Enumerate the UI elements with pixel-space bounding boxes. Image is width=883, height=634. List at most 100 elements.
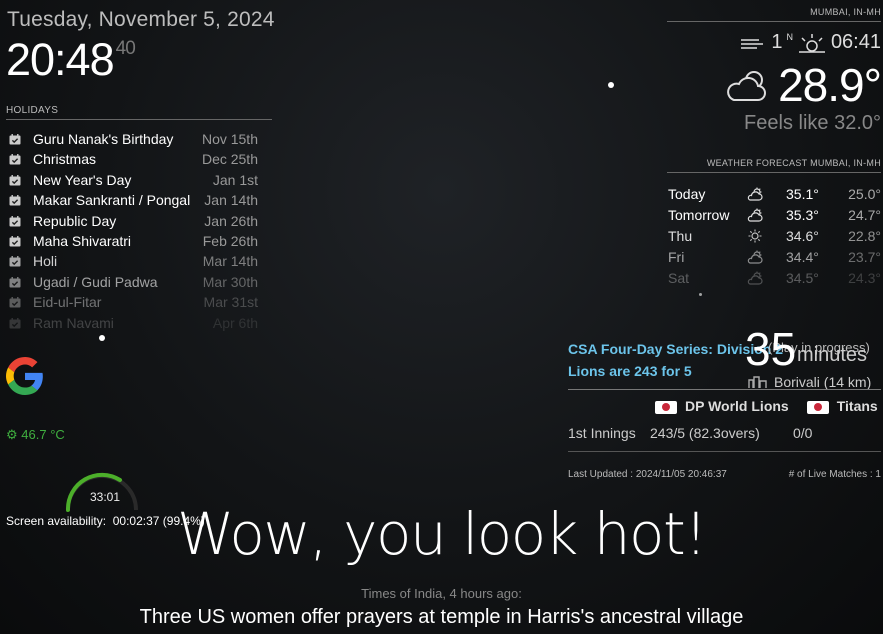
holiday-row: Holi Mar 14th [6, 251, 258, 271]
holiday-row: Republic Day Jan 26th [6, 211, 258, 231]
forecast-high: 35.1° [786, 186, 819, 202]
forecast-day: Today [668, 186, 706, 202]
background-star [99, 335, 105, 341]
background-star [699, 293, 702, 296]
forecast-day: Thu [668, 228, 693, 244]
forecast-row: Sat 34.5° 24.3° [668, 268, 881, 289]
clock-seconds: 40 [115, 38, 136, 59]
news-headline: Three US women offer prayers at temple i… [139, 606, 744, 628]
holiday-name: Holi [33, 253, 58, 270]
calendar-check-icon [9, 276, 21, 288]
travel-time-minutes: 35 [745, 323, 797, 375]
calendar-check-icon [9, 235, 21, 247]
google-logo-icon [6, 357, 43, 395]
holiday-date: Apr 6th [212, 314, 258, 331]
holiday-name: Maha Shivaratri [33, 232, 132, 249]
forecast-row: Tomorrow 35.3° 24.7° [668, 205, 881, 226]
forecast-header: WEATHER FORECAST MUMBAI, IN-MH [667, 158, 881, 173]
travel-destination: Borivali (14 km) [748, 374, 871, 390]
holiday-date: Jan 1st [212, 171, 258, 188]
forecast-high: 34.5° [786, 270, 819, 286]
holiday-date: Mar 14th [202, 253, 258, 270]
partly-cloudy-icon [747, 208, 763, 222]
holiday-name: New Year's Day [33, 171, 132, 188]
clock-time: 20:48 40 [6, 34, 136, 86]
forecast-high: 34.4° [786, 249, 819, 265]
holiday-name: Christmas [33, 151, 97, 168]
south-africa-flag-icon [806, 400, 829, 414]
weather-location: MUMBAI, IN-MH [667, 7, 881, 22]
sunset-icon [798, 33, 825, 53]
holiday-name: Ram Navami [33, 314, 114, 331]
cpu-temperature: ⚙ 46.7 °C [6, 427, 65, 443]
travel-time-unit: minutes [797, 344, 868, 366]
partly-cloudy-icon [727, 71, 767, 101]
travel-destination-label: Borivali (14 km) [774, 374, 872, 390]
holiday-row: Christmas Dec 25th [6, 149, 258, 169]
clock-hours-minutes: 20:48 [6, 34, 115, 85]
calendar-check-icon [9, 134, 21, 145]
forecast-row: Fri 34.4° 23.7° [668, 247, 881, 268]
holidays-list: Guru Nanak's Birthday Nov 15th Christmas De… [6, 129, 258, 333]
holiday-row: Guru Nanak's Birthday Nov 15th [6, 129, 258, 149]
partly-cloudy-icon [747, 187, 763, 201]
last-updated: Last Updated : 2024/11/05 20:46:37 [568, 469, 727, 480]
forecast-day: Tomorrow [668, 207, 730, 223]
holiday-name: Makar Sankranti / Pongal [33, 192, 191, 209]
holiday-date: Jan 26th [204, 212, 258, 229]
partly-cloudy-icon [747, 250, 763, 264]
holiday-row: Eid-ul-Fitar Mar 31st [6, 292, 258, 312]
team-1-score: 243/5 (82.3overs) [650, 425, 760, 441]
cricket-teams: DP World Lions Titans [655, 398, 878, 414]
wind-icon [741, 38, 764, 49]
calendar-check-icon [9, 174, 21, 186]
calendar-check-icon [9, 154, 21, 165]
holiday-date: Mar 31st [203, 294, 258, 311]
holiday-date: Nov 15th [201, 131, 258, 147]
wind-direction: N [786, 31, 793, 42]
clock-date: Tuesday, November 5, 2024 [7, 8, 275, 31]
raspberry-icon: ⚙ [6, 427, 18, 442]
forecast-low: 25.0° [848, 186, 881, 202]
divider [568, 389, 881, 390]
calendar-check-icon [9, 215, 21, 227]
team-2: Titans [806, 398, 878, 414]
weather-wind-sunset: 1 N 06:41 [739, 31, 881, 54]
forecast-high: 35.3° [786, 207, 819, 223]
divider [568, 451, 881, 452]
forecast-day: Sat [668, 270, 690, 286]
holiday-name: Guru Nanak's Birthday [33, 131, 174, 147]
holiday-name: Ugadi / Gudi Padwa [33, 273, 158, 290]
calendar-check-icon [9, 256, 21, 267]
team-1-name: DP World Lions [685, 398, 789, 414]
forecast-low: 22.8° [848, 228, 881, 244]
holidays-header: HOLIDAYS [6, 105, 272, 120]
holiday-date: Dec 25th [201, 151, 258, 168]
wind-speed: 1 [771, 31, 783, 53]
feels-like: Feels like 32.0° [744, 112, 881, 134]
holiday-row: Ram Navami Apr 6th [6, 313, 258, 333]
south-africa-flag-icon [655, 400, 677, 414]
current-temperature: 28.9° [778, 59, 882, 111]
forecast-low: 24.3° [848, 270, 881, 286]
forecast-low: 24.7° [848, 207, 881, 223]
holiday-row: Ugadi / Gudi Padwa Mar 30th [6, 272, 258, 292]
compliment-text: Wow, you look hot! [176, 500, 708, 568]
sunset-time: 06:41 [830, 31, 881, 53]
background-star [608, 82, 614, 88]
holiday-date: Feb 26th [202, 232, 258, 249]
team-1: DP World Lions [655, 398, 789, 414]
holiday-name: Republic Day [33, 212, 117, 229]
holiday-date: Mar 30th [202, 273, 258, 290]
news-source: Times of India, 4 hours ago: [361, 586, 522, 601]
team-2-score: 0/0 [793, 425, 813, 441]
holiday-row: New Year's Day Jan 1st [6, 170, 258, 190]
sun-icon [748, 229, 762, 243]
partly-cloudy-icon [747, 271, 763, 285]
cpu-temperature-value: 46.7 °C [21, 427, 65, 442]
forecast-row: Today 35.1° 25.0° [668, 184, 881, 205]
forecast-day: Fri [668, 249, 685, 265]
holiday-date: Jan 14th [204, 192, 258, 209]
forecast-table: Today 35.1° 25.0° Tomorrow 35.3° 24.7° Thu 34.6… [668, 184, 881, 289]
forecast-row: Thu 34.6° 22.8° [668, 226, 881, 247]
